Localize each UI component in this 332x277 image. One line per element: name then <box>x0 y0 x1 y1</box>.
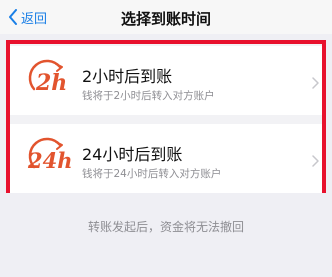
option-24-hours[interactable]: 24h 24小时后到账 钱将于24小时后转入对方账户 <box>10 124 322 193</box>
arrival-time-options: 2h 2小时后到账 钱将于2小时后转入对方账户 24h 24小时后到账 钱将于2… <box>6 40 326 193</box>
option-2-hours[interactable]: 2h 2小时后到账 钱将于2小时后转入对方账户 <box>10 46 322 115</box>
icon-glyph: 2h <box>35 70 67 96</box>
option-title: 2小时后到账 <box>82 67 173 86</box>
page-title: 选择到账时间 <box>120 10 211 28</box>
icon-glyph: 24h <box>27 148 73 173</box>
option-description: 钱将于24小时后转入对方账户 <box>82 168 222 180</box>
2h-clock-icon: 2h <box>26 59 76 99</box>
chevron-right-icon <box>312 152 319 171</box>
chevron-right-icon <box>312 74 319 93</box>
navigation-bar: 返回 选择到账时间 <box>0 0 332 34</box>
option-description: 钱将于2小时后转入对方账户 <box>82 90 215 102</box>
footnote: 转账发起后，资金将无法撤回 <box>87 220 244 234</box>
option-title: 24小时后到账 <box>82 145 183 164</box>
24h-clock-icon: 24h <box>26 137 76 177</box>
